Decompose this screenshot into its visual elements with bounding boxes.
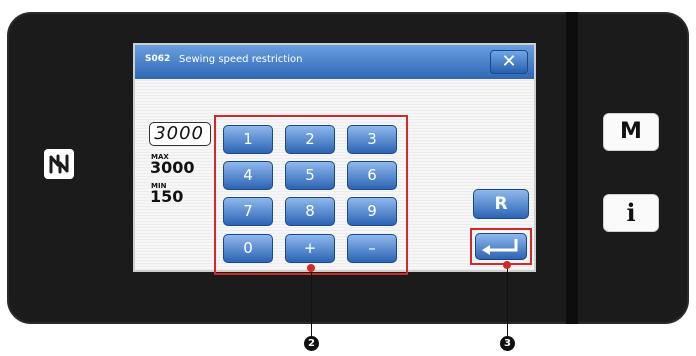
- enter-callout-marker: 3: [500, 336, 515, 351]
- nfc-icon: [44, 149, 74, 179]
- close-button[interactable]: ✕: [490, 50, 528, 74]
- key-1[interactable]: 1: [223, 125, 273, 154]
- key-9[interactable]: 9: [347, 197, 397, 226]
- key-8[interactable]: 8: [285, 197, 335, 226]
- key-7[interactable]: 7: [223, 197, 273, 226]
- key-4[interactable]: 4: [223, 161, 273, 190]
- close-icon: ✕: [501, 51, 517, 72]
- max-value: 3000: [150, 158, 195, 177]
- enter-icon: [482, 239, 518, 255]
- panel-divider: [566, 12, 578, 324]
- key-minus[interactable]: –: [347, 234, 397, 263]
- value-display: 3000: [149, 122, 211, 146]
- key-0[interactable]: 0: [223, 234, 273, 263]
- keypad-callout-dot: [307, 264, 315, 272]
- keypad-callout-line: [311, 268, 312, 338]
- enter-button[interactable]: [475, 233, 527, 260]
- key-plus[interactable]: +: [285, 234, 335, 263]
- enter-callout-line: [507, 268, 508, 338]
- reset-button[interactable]: R: [473, 189, 529, 219]
- key-2[interactable]: 2: [285, 125, 335, 154]
- key-6[interactable]: 6: [347, 161, 397, 190]
- keypad-callout-marker: 2: [304, 336, 319, 351]
- numeric-keypad: 1 2 3 4 5 6 7 8 9 0 + –: [214, 115, 408, 275]
- dialog-code: S062: [145, 54, 171, 64]
- dialog-title: Sewing speed restriction: [179, 54, 303, 65]
- enter-highlight: [470, 228, 532, 265]
- info-button[interactable]: i: [603, 194, 659, 232]
- min-value: 150: [150, 187, 184, 206]
- mode-button[interactable]: M: [603, 113, 659, 151]
- dialog-titlebar: S062 Sewing speed restriction ✕: [135, 45, 534, 80]
- key-3[interactable]: 3: [347, 125, 397, 154]
- enter-callout-dot: [503, 261, 511, 269]
- key-5[interactable]: 5: [285, 161, 335, 190]
